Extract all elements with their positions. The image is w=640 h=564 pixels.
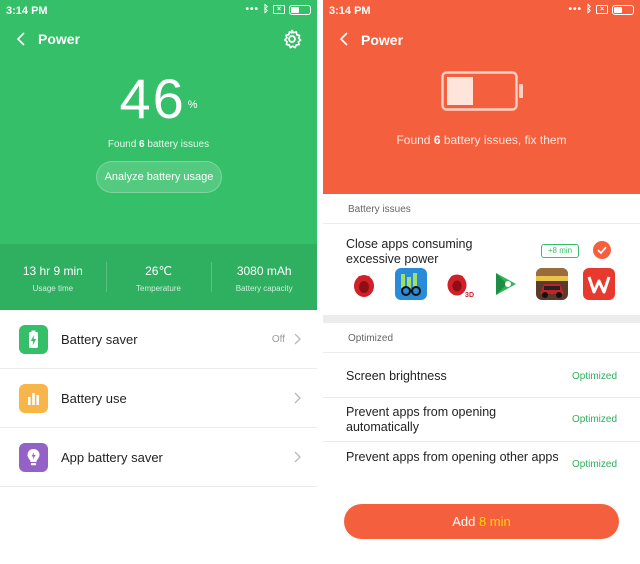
stat-usage-time: 13 hr 9 min Usage time <box>0 244 106 310</box>
status-bar: 3:14 PM ••• ᛒ × <box>323 0 640 22</box>
issues-summary: Found 6 battery issues <box>0 139 317 150</box>
antutu-3d-icon[interactable]: 3D <box>442 268 474 300</box>
optimized-status: Optimized <box>571 371 617 382</box>
bluetooth-icon: ᛒ <box>586 4 592 15</box>
app-icon-list: 3D <box>348 268 615 300</box>
battery-saver-status: Off <box>271 334 285 345</box>
status-time: 3:14 PM <box>6 5 48 17</box>
section-header-battery-issues: Battery issues <box>323 194 640 224</box>
checkbox-checked-icon[interactable] <box>593 241 611 259</box>
optimized-status: Optimized <box>571 459 617 470</box>
status-bar: 3:14 PM ••• ᛒ × <box>0 0 317 22</box>
power-screen-issues: 3:14 PM ••• ᛒ × Power Found 6 battery is… <box>323 0 640 564</box>
optimized-item-screen-brightness: Screen brightness Optimized <box>323 353 640 398</box>
no-sim-icon: × <box>273 5 285 14</box>
no-sim-icon: × <box>596 5 608 14</box>
stat-label: Battery capacity <box>235 284 293 293</box>
stat-value: 26℃ <box>145 264 172 278</box>
more-notifications-icon: ••• <box>568 4 582 15</box>
menu-item-battery-use[interactable]: Battery use <box>0 369 317 428</box>
optimized-item-prevent-autostart: Prevent apps from opening automatically … <box>323 398 640 442</box>
stat-value: 3080 mAh <box>236 264 292 278</box>
add-button-minutes: 8 min <box>478 514 511 529</box>
stat-value: 13 hr 9 min <box>22 264 83 278</box>
app-bar: Power <box>323 22 640 58</box>
status-battery-icon <box>612 4 634 15</box>
back-arrow-icon[interactable] <box>335 28 355 50</box>
bar-chart-icon <box>19 384 48 413</box>
analyze-battery-button[interactable]: Analyze battery usage <box>96 161 222 193</box>
stat-battery-capacity: 3080 mAh Battery capacity <box>211 244 317 310</box>
racing-game-icon[interactable] <box>536 268 568 300</box>
app-caption-3d: 3D <box>465 292 474 299</box>
close-apps-title: Close apps consuming excessive power <box>346 237 473 266</box>
section-title: Battery issues <box>348 204 411 215</box>
status-battery-icon <box>289 4 311 15</box>
chevron-right-icon <box>294 392 301 404</box>
time-gain-badge: +8 min <box>541 244 579 258</box>
app-bar: Power <box>0 22 317 58</box>
stat-temperature: 26℃ Temperature <box>105 244 212 310</box>
status-time: 3:14 PM <box>329 5 371 17</box>
menu-item-battery-saver[interactable]: Battery saver Off <box>0 310 317 369</box>
percent-sign: % <box>187 99 198 111</box>
more-notifications-icon: ••• <box>245 4 259 15</box>
stat-label: Usage time <box>32 284 74 293</box>
gear-icon[interactable] <box>281 28 303 50</box>
issues-suffix: battery issues, fix them <box>440 133 567 147</box>
geekbench-icon[interactable] <box>395 268 427 300</box>
issues-summary: Found 6 battery issues, fix them <box>323 133 640 147</box>
menu-item-label: App battery saver <box>61 450 163 465</box>
optimized-item-label: Prevent apps from opening other apps <box>346 450 559 464</box>
issues-prefix: Found <box>107 139 140 150</box>
add-button-prefix: Add <box>452 514 479 529</box>
section-header-optimized: Optimized <box>323 323 640 353</box>
battery-stats: 13 hr 9 min Usage time 26℃ Temperature 3… <box>0 244 317 310</box>
bluetooth-icon: ᛒ <box>263 4 269 15</box>
menu-item-label: Battery use <box>61 391 127 406</box>
google-play-games-icon[interactable] <box>489 268 521 300</box>
optimized-item-label: Prevent apps from opening automatically <box>346 405 497 434</box>
issues-prefix: Found <box>396 133 434 147</box>
chevron-right-icon <box>294 451 301 463</box>
antutu-icon[interactable] <box>348 268 380 300</box>
optimized-item-prevent-chain-start: Prevent apps from opening other apps Opt… <box>323 442 640 488</box>
optimized-status: Optimized <box>571 414 617 425</box>
power-screen-normal: 3:14 PM ••• ᛒ × Power 46% Found 6 batter… <box>0 0 317 564</box>
chevron-right-icon <box>294 333 301 345</box>
back-arrow-icon[interactable] <box>12 28 32 50</box>
battery-bolt-icon <box>19 325 48 354</box>
battery-percentage: 46% <box>0 66 317 131</box>
optimized-item-label: Screen brightness <box>346 369 447 383</box>
low-battery-icon <box>441 71 523 111</box>
wps-office-icon[interactable] <box>583 268 615 300</box>
battery-percent-value: 46 <box>119 67 186 130</box>
section-title: Optimized <box>348 333 394 344</box>
page-title: Power <box>361 32 404 48</box>
page-title: Power <box>38 31 81 47</box>
add-time-button[interactable]: Add 8 min <box>344 504 619 539</box>
issues-count: 6 <box>433 133 441 147</box>
section-divider <box>323 315 640 323</box>
menu-item-label: Battery saver <box>61 332 138 347</box>
stat-label: Temperature <box>136 284 181 293</box>
menu-item-app-battery-saver[interactable]: App battery saver <box>0 428 317 487</box>
lightbulb-icon <box>19 443 48 472</box>
issues-suffix: battery issues <box>144 139 210 150</box>
